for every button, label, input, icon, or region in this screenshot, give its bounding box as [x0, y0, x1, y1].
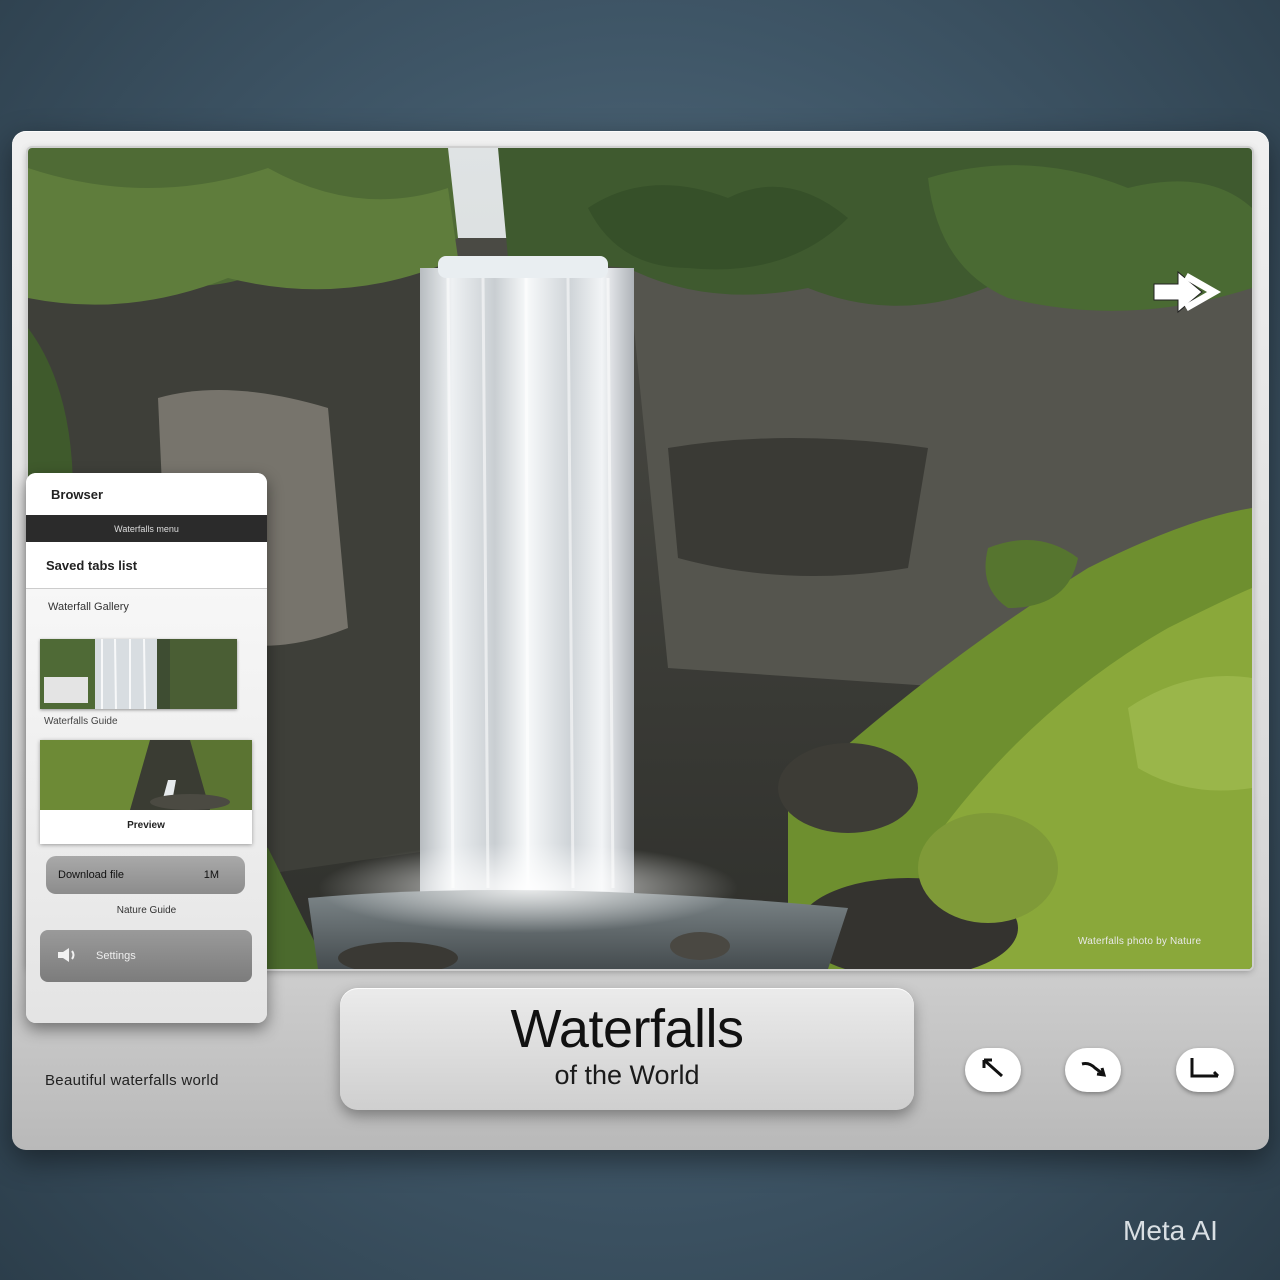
sidebar-panel: Browser Waterfalls menu Saved tabs list … [26, 473, 267, 1023]
sidebar-menu-bar[interactable]: Waterfalls menu [26, 515, 267, 542]
status-text: Beautiful waterfalls world [45, 1072, 219, 1089]
download-size-badge: 1M [203, 869, 219, 881]
zoom-button[interactable] [965, 1048, 1021, 1092]
thumbnail-mossy-falls [40, 740, 252, 810]
diagonal-arrow-icon [978, 1056, 1008, 1085]
page-title: Waterfalls [510, 999, 744, 1059]
next-arrow-icon[interactable] [1148, 262, 1222, 322]
settings-label: Settings [96, 950, 136, 962]
download-button-label: Download file [58, 869, 125, 881]
settings-button[interactable]: Settings [40, 930, 252, 982]
sidebar-list-title: Waterfall Gallery [48, 601, 129, 613]
sidebar-sublabel: Nature Guide [116, 905, 177, 916]
watermark: Meta AI [1123, 1215, 1218, 1246]
photo-credit: Waterfalls photo by Nature [1078, 936, 1202, 947]
crop-button[interactable] [1176, 1048, 1234, 1092]
thumbnail-waterfall[interactable] [40, 639, 237, 709]
sidebar-section-label: Saved tabs list [26, 542, 267, 589]
curve-arrow-icon [1077, 1056, 1109, 1085]
corner-crop-icon [1188, 1056, 1222, 1085]
title-card: Waterfalls of the World [340, 988, 914, 1110]
preview-card[interactable]: Preview [40, 740, 252, 844]
preview-caption: Preview [127, 820, 165, 831]
page-subtitle: of the World [554, 1060, 700, 1090]
sidebar-header: Browser [26, 473, 267, 515]
sidebar-list: Waterfall Gallery Waterfalls Guide Previ… [26, 589, 267, 1023]
download-button[interactable]: Download file 1M [46, 856, 245, 894]
speaker-icon [56, 947, 78, 966]
thumbnail-caption: Waterfalls Guide [44, 716, 118, 727]
rotate-button[interactable] [1065, 1048, 1121, 1092]
